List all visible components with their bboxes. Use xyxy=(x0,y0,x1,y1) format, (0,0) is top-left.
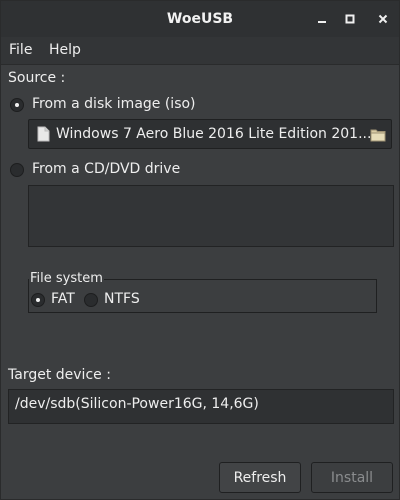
folder-icon[interactable] xyxy=(370,127,386,146)
menu-bar: File Help xyxy=(1,37,399,65)
filesystem-label: File system xyxy=(29,271,104,286)
fat-radio[interactable] xyxy=(31,293,45,307)
disk-image-label[interactable]: From a disk image (iso) xyxy=(32,96,196,112)
document-icon xyxy=(37,126,50,146)
install-button[interactable]: Install xyxy=(311,462,393,493)
source-label: Source : xyxy=(8,70,66,86)
minimize-icon[interactable] xyxy=(312,9,332,29)
ntfs-radio[interactable] xyxy=(84,293,98,307)
menu-help[interactable]: Help xyxy=(49,42,81,58)
target-device-list[interactable]: /dev/sdb(Silicon-Power16G, 14,6G) xyxy=(8,389,394,424)
fat-label[interactable]: FAT xyxy=(51,291,75,307)
cd-drive-list[interactable] xyxy=(28,185,394,247)
ntfs-label[interactable]: NTFS xyxy=(104,291,140,307)
disk-image-radio[interactable] xyxy=(10,98,24,112)
window-title: WoeUSB xyxy=(166,11,234,27)
refresh-button[interactable]: Refresh xyxy=(219,462,301,493)
iso-file-path: Windows 7 Aero Blue 2016 Lite Edition 20… xyxy=(56,126,372,142)
maximize-icon[interactable] xyxy=(340,9,360,29)
close-icon[interactable] xyxy=(373,9,393,29)
menu-file[interactable]: File xyxy=(9,42,32,58)
title-bar[interactable]: WoeUSB xyxy=(1,1,399,37)
woeusb-window: WoeUSB File Help Source : From a disk im… xyxy=(0,0,400,500)
iso-file-chooser[interactable]: Windows 7 Aero Blue 2016 Lite Edition 20… xyxy=(28,119,392,149)
target-device-label: Target device : xyxy=(8,367,111,383)
cd-drive-label[interactable]: From a CD/DVD drive xyxy=(32,161,180,177)
cd-drive-radio[interactable] xyxy=(10,163,24,177)
target-device-item[interactable]: /dev/sdb(Silicon-Power16G, 14,6G) xyxy=(15,396,259,412)
